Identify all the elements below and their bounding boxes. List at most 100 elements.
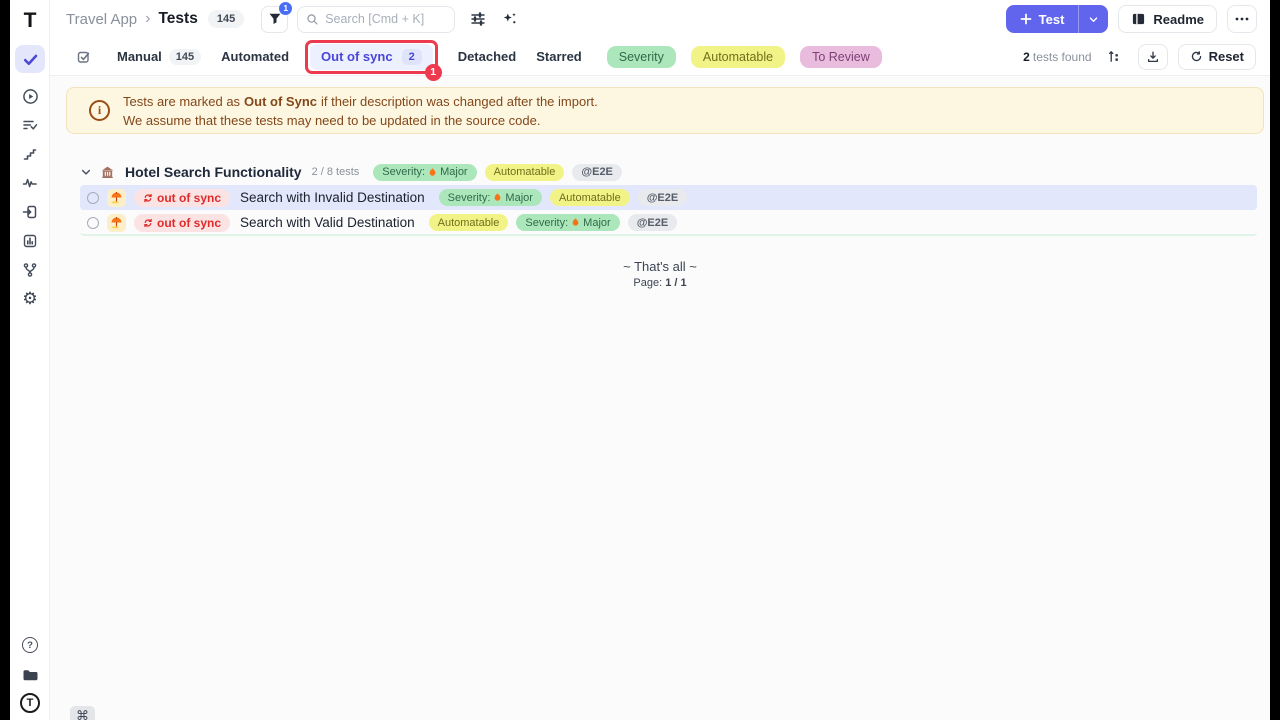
fire-icon — [571, 217, 580, 228]
list-check-icon — [22, 117, 38, 133]
new-test-dropdown-button[interactable] — [1078, 5, 1108, 33]
suite-title[interactable]: Hotel Search Functionality — [125, 164, 302, 180]
download-button[interactable] — [1138, 44, 1168, 70]
severity-value: Major — [440, 166, 468, 178]
tab-automated-label: Automated — [221, 49, 289, 64]
test-tag-automatable[interactable]: Automatable — [550, 189, 630, 206]
sync-icon — [143, 218, 153, 228]
test-tag-automatable[interactable]: Automatable — [429, 214, 509, 231]
tab-out-of-sync[interactable]: Out of sync 2 — [310, 44, 433, 70]
tab-starred[interactable]: Starred — [536, 49, 582, 64]
sidebar-item-tests[interactable] — [15, 45, 45, 73]
tab-out-of-sync-count: 2 — [402, 49, 422, 65]
sidebar-item-brand[interactable]: T — [10, 689, 50, 717]
test-status-circle[interactable] — [87, 192, 99, 204]
test-row[interactable]: out of sync Search with Invalid Destinat… — [80, 185, 1257, 210]
severity-label: Severity: — [525, 217, 568, 229]
sparkles-icon — [502, 11, 518, 27]
view-settings-button[interactable] — [465, 6, 491, 32]
fire-icon — [493, 192, 502, 203]
search-box[interactable] — [297, 6, 455, 33]
banner-text: Tests are marked asOut of Syncif their d… — [123, 92, 598, 130]
bar-chart-icon — [22, 233, 38, 249]
out-of-sync-badge: out of sync — [134, 214, 230, 232]
filter-pill-automatable[interactable]: Automatable — [691, 46, 785, 68]
new-test-button[interactable]: Test — [1006, 5, 1079, 33]
test-row[interactable]: out of sync Search with Valid Destinatio… — [80, 211, 1257, 236]
filter-button[interactable]: 1 — [261, 6, 288, 33]
banner-line2: We assume that these tests may need to b… — [123, 113, 540, 128]
filter-count-badge: 1 — [279, 2, 292, 15]
test-tag-severity[interactable]: Severity: Major — [516, 214, 619, 231]
tree-view-icon — [1107, 49, 1122, 64]
annotation-highlight-box: Out of sync 2 1 — [305, 40, 438, 74]
test-tag-e2e[interactable]: @E2E — [638, 189, 688, 206]
pulse-icon — [22, 175, 38, 191]
list-footer: ~ That's all ~ Page: 1 / 1 — [50, 259, 1270, 289]
out-of-sync-label: out of sync — [157, 191, 221, 205]
banner-line1-after: if their description was changed after t… — [321, 94, 598, 109]
sidebar-item-branches[interactable] — [10, 256, 50, 284]
sidebar-item-help[interactable]: ? — [10, 631, 50, 659]
sidebar-item-import[interactable] — [10, 198, 50, 226]
breadcrumb-project[interactable]: Travel App — [66, 11, 137, 28]
suite-tag-e2e[interactable]: @E2E — [572, 164, 622, 181]
command-icon: ⌘ — [76, 709, 89, 720]
filters-bar-right: 2tests found Reset — [1023, 44, 1270, 70]
more-options-button[interactable] — [1227, 5, 1257, 33]
sidebar-item-runs[interactable] — [10, 82, 50, 110]
suite-tag-automatable[interactable]: Automatable — [485, 164, 565, 181]
tab-out-of-sync-label: Out of sync — [321, 49, 393, 64]
sidebar-item-steps[interactable] — [10, 140, 50, 168]
test-title[interactable]: Search with Invalid Destination — [240, 190, 425, 205]
severity-label: Severity: — [382, 166, 425, 178]
top-bar: Travel App › Tests 145 1 — [50, 0, 1270, 38]
filter-pill-to-review[interactable]: To Review — [800, 46, 882, 68]
import-icon — [22, 204, 38, 220]
test-title[interactable]: Search with Valid Destination — [240, 215, 415, 230]
tests-count-badge: 145 — [208, 10, 244, 28]
out-of-sync-banner: i Tests are marked asOut of Syncif their… — [66, 87, 1264, 134]
tab-manual[interactable]: Manual 145 — [117, 49, 201, 65]
ellipsis-icon — [1235, 17, 1249, 21]
check-icon — [22, 51, 39, 68]
play-circle-icon — [22, 88, 39, 105]
severity-value: Major — [505, 192, 533, 204]
select-all-icon — [76, 49, 92, 65]
refresh-icon — [1190, 50, 1203, 63]
tree-view-button[interactable] — [1102, 44, 1128, 70]
test-tag-severity[interactable]: Severity: Major — [439, 189, 542, 206]
out-of-sync-label: out of sync — [157, 216, 221, 230]
select-all-button[interactable] — [71, 44, 97, 70]
sidebar: T — [10, 0, 50, 720]
folder-icon — [22, 667, 39, 682]
ai-assist-button[interactable] — [497, 6, 523, 32]
search-input[interactable] — [325, 12, 440, 26]
breadcrumb-separator-icon: › — [145, 10, 150, 28]
test-status-circle[interactable] — [87, 217, 99, 229]
annotation-step-badge: 1 — [425, 64, 442, 81]
results-count-value: 2 — [1023, 50, 1030, 64]
sidebar-item-docs[interactable] — [10, 660, 50, 688]
suite-test-count: 2 / 8 tests — [312, 166, 360, 178]
tab-automated[interactable]: Automated — [221, 49, 289, 64]
reset-button[interactable]: Reset — [1178, 44, 1256, 70]
test-tag-e2e[interactable]: @E2E — [628, 214, 678, 231]
sidebar-item-analytics[interactable] — [10, 169, 50, 197]
tab-detached[interactable]: Detached — [458, 49, 517, 64]
page-title: Tests — [158, 10, 197, 28]
beach-umbrella-icon — [107, 214, 126, 232]
app-logo[interactable]: T — [10, 6, 50, 34]
sidebar-item-plans[interactable] — [10, 111, 50, 139]
help-icon: ? — [22, 637, 38, 653]
readme-button[interactable]: Readme — [1118, 5, 1217, 33]
brand-circle-icon: T — [20, 693, 40, 713]
filter-pill-severity[interactable]: Severity — [607, 46, 676, 68]
beach-umbrella-icon — [107, 189, 126, 207]
chevron-down-icon[interactable] — [80, 166, 92, 178]
sidebar-item-settings[interactable]: ⚙ — [10, 285, 50, 313]
gear-icon: ⚙ — [22, 291, 37, 308]
suite-tag-severity[interactable]: Severity: Major — [373, 164, 476, 181]
sidebar-item-reports[interactable] — [10, 227, 50, 255]
chevron-down-icon — [1088, 14, 1099, 25]
